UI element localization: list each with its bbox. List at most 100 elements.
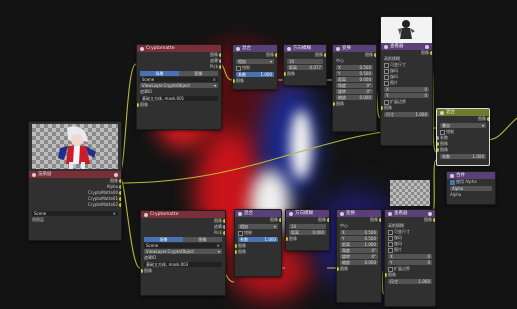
node-menu-icon[interactable] — [336, 46, 340, 51]
center-y-field[interactable]: Y 0.500 — [336, 71, 373, 76]
node-title: 查看器 — [390, 44, 404, 49]
node-menu-icon[interactable] — [238, 211, 242, 216]
cryptomatte-header[interactable]: Cryptomatte — [137, 45, 221, 52]
option-image[interactable]: 图片 — [385, 247, 435, 253]
node-title: 混合 — [244, 211, 253, 216]
character-render-image — [58, 126, 96, 169]
size-y-field[interactable]: Y0 — [388, 260, 432, 265]
zoom-field[interactable]: 缩放 0.000 — [336, 95, 373, 100]
mix-node-top[interactable]: 混合 图像 相加 ▾ 钳制 系数 1.000 图像 — [232, 44, 278, 90]
mix-node-bottom[interactable]: 混合 图像 相加 ▾ 钳制 系数 1.000 图像 图像 — [234, 209, 282, 277]
transform-node-top[interactable]: 变换 图像 中心 X 0.500 Y 0.500 距离 0.000 角度 0° 旋转 0°… — [332, 44, 377, 132]
angle-field[interactable]: 角度 0° — [340, 248, 378, 253]
viewer-preview-image — [398, 20, 415, 39]
blur-header[interactable]: 方向模糊 — [284, 45, 326, 52]
distance-field[interactable]: 距离 0.000 — [289, 230, 326, 235]
output-image: 图像 — [284, 52, 326, 58]
angle-field[interactable]: 角度 0° — [336, 83, 373, 88]
cryptomatte-node-top[interactable]: Cryptomatte 图像 遮罩 Pick 场景 图像 Scene × View… — [136, 44, 222, 130]
distance-field[interactable]: 距离 1.000 — [340, 242, 378, 247]
clamp-checkbox[interactable]: 钳制 — [233, 65, 277, 71]
cryptomatte-header[interactable]: Cryptomatte — [141, 211, 225, 218]
tab-image[interactable]: 图像 — [179, 71, 218, 76]
blend-mode-select[interactable]: 叠加 ▾ — [440, 123, 486, 128]
mix-header[interactable]: 混合 — [235, 210, 281, 217]
viewer-preview — [381, 17, 432, 43]
node-menu-icon[interactable] — [236, 46, 240, 51]
tab-image[interactable]: 图像 — [183, 237, 222, 242]
factor-slider[interactable]: 系数 1.000 — [238, 237, 278, 242]
node-title: 变换 — [342, 46, 351, 51]
directional-blur-node-top[interactable]: 方向模糊 图像 10 距离 0.077 图像 — [283, 44, 327, 86]
size-x-field[interactable]: X0 — [384, 87, 429, 92]
size-x-field[interactable]: X0 — [388, 254, 432, 259]
node-title: 渲染层 — [38, 172, 52, 177]
scene-selector[interactable]: Scene × — [144, 243, 222, 248]
tab-scene[interactable]: 场景 — [140, 71, 179, 76]
mix-output-header[interactable]: 混合 — [437, 109, 489, 116]
node-editor-canvas[interactable]: 渲染层 图像 Alpha CryptoMatte00 CryptoMatte01… — [0, 0, 517, 309]
node-title: 变换 — [346, 211, 355, 216]
input-size-field[interactable]: 尺寸 1.000 — [388, 279, 432, 284]
cryptomatte-node-bottom[interactable]: Cryptomatte 图像 遮罩 Pick 场景 图像 Scene × View… — [140, 210, 226, 296]
blend-mode-select[interactable]: 相加 ▾ — [236, 59, 274, 64]
node-menu-icon[interactable] — [450, 173, 454, 178]
blur-header[interactable]: 方向模糊 — [286, 210, 329, 217]
spin-field[interactable]: 旋转 0° — [336, 89, 373, 94]
node-menu-icon[interactable] — [388, 211, 392, 216]
alpha-field[interactable]: Alpha — [450, 186, 492, 191]
node-menu-icon[interactable] — [289, 211, 293, 216]
matte-id-field[interactable]: 基础立方体, mask.001 — [140, 96, 218, 101]
blend-mode-select[interactable]: 相加 ▾ — [238, 224, 278, 229]
node-menu-icon[interactable] — [384, 44, 388, 49]
source-tabs[interactable]: 场景 图像 — [140, 71, 218, 76]
node-title: 方向模糊 — [295, 211, 313, 216]
node-menu-icon[interactable] — [32, 172, 36, 177]
scene-selector[interactable]: Scene × — [32, 211, 118, 216]
spin-field[interactable]: 旋转 0° — [340, 254, 378, 259]
tab-scene[interactable]: 场景 — [144, 237, 183, 242]
zoom-field[interactable]: 缩放 0.000 — [340, 260, 378, 265]
viewer-node-bottom[interactable]: 查看器 图像 高斯模糊 可变尺寸 伽玛 伽玛 图片 X0 Y0 扩展边界 图像 … — [384, 209, 436, 307]
factor-field[interactable]: 系数 1.000 — [440, 154, 486, 159]
alpha-extra-label: Alpha — [450, 192, 462, 197]
node-menu-icon[interactable] — [144, 212, 148, 217]
viewer-node-top[interactable]: 查看器 图像 高斯模糊 可变尺寸 伽玛 伽玛 图片 X0 Y0 扩展边界 图像 … — [380, 16, 433, 146]
source-tabs[interactable]: 场景 图像 — [144, 237, 222, 242]
center-x-field[interactable]: X 0.500 — [340, 230, 378, 235]
transform-header[interactable]: 变换 — [333, 45, 376, 52]
render-layers-node[interactable]: 渲染层 图像 Alpha CryptoMatte00 CryptoMatte01… — [28, 121, 122, 241]
viewer-header[interactable]: 查看器 — [381, 43, 432, 50]
option-image[interactable]: 图片 — [381, 80, 432, 86]
node-menu-icon[interactable] — [440, 110, 444, 115]
iterations-field[interactable]: 10 — [289, 224, 326, 229]
layer-selector[interactable]: ViewLayer.CryptoObject ▾ — [144, 249, 222, 254]
mix-output-node[interactable]: 混合 图像 叠加 ▾ 钳制 系数 图像 图像 系数 1.000 — [436, 108, 490, 166]
distance-field[interactable]: 距离 0.000 — [336, 77, 373, 82]
alpha-over-header[interactable]: 合并 — [447, 172, 495, 179]
iterations-field[interactable]: 10 — [287, 59, 323, 64]
scene-selector[interactable]: Scene × — [140, 77, 218, 82]
center-y-field[interactable]: Y 0.500 — [340, 236, 378, 241]
node-menu-icon[interactable] — [287, 46, 291, 51]
size-y-field[interactable]: Y0 — [384, 93, 429, 98]
directional-blur-node-bottom[interactable]: 方向模糊 图像 10 距离 0.000 图像 — [285, 209, 330, 251]
alpha-over-node[interactable]: 合并 使用 Alpha Alpha Alpha — [446, 171, 496, 205]
viewer-header[interactable]: 查看器 — [385, 210, 435, 217]
output-pick: Pick — [141, 230, 225, 236]
input-size-field[interactable]: 尺寸 1.000 — [384, 112, 429, 117]
node-menu-icon[interactable] — [140, 46, 144, 51]
transform-header[interactable]: 变换 — [337, 210, 381, 217]
transform-node-bottom[interactable]: 变换 图像 中心 X 0.500 Y 0.500 距离 1.000 角度 0° 旋转 0°… — [336, 209, 382, 303]
render-layers-header[interactable]: 渲染层 — [29, 171, 121, 178]
mix-header[interactable]: 混合 — [233, 45, 277, 52]
matte-id-field[interactable]: 基础立方体, mask.003 — [144, 262, 222, 267]
distance-field[interactable]: 距离 0.077 — [287, 65, 323, 70]
node-menu-icon[interactable] — [340, 211, 344, 216]
clamp-checkbox[interactable]: 钳制 — [235, 230, 281, 236]
node-title: Cryptomatte — [146, 46, 175, 51]
factor-slider[interactable]: 系数 1.000 — [236, 72, 274, 77]
use-alpha-checkbox[interactable]: 使用 Alpha — [447, 179, 495, 185]
layer-selector[interactable]: ViewLayer.CryptoObject ▾ — [140, 83, 218, 88]
center-x-field[interactable]: X 0.500 — [336, 65, 373, 70]
